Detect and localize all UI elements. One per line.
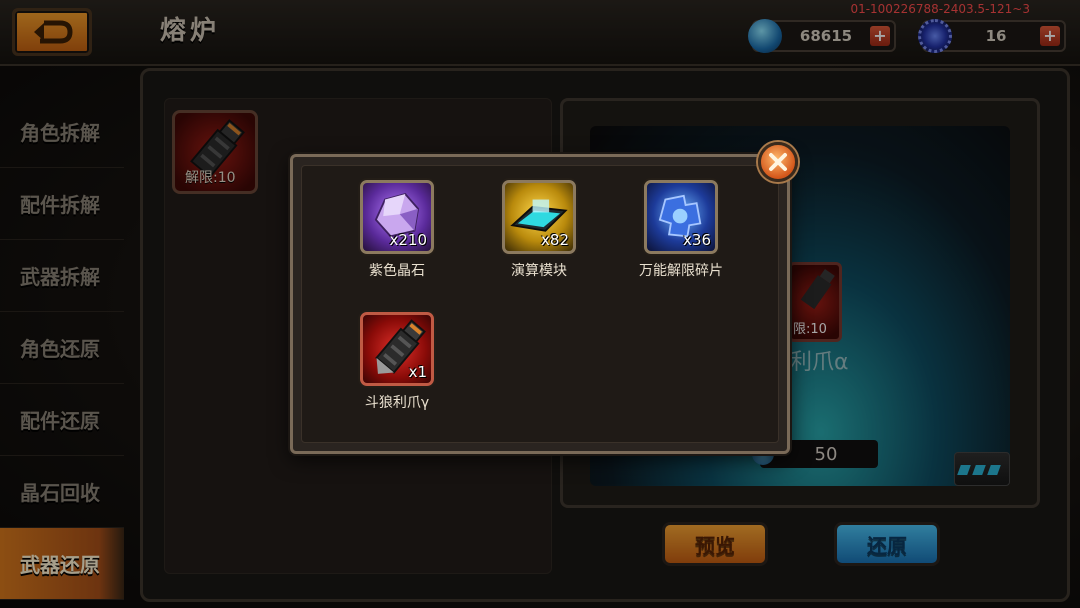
reward-name: 斗狼利爪γ bbox=[364, 395, 430, 411]
reward-item[interactable]: x36 万能解限碎片 bbox=[626, 180, 736, 280]
reward-frame: x1 bbox=[360, 312, 434, 386]
reward-count: x36 bbox=[683, 231, 711, 249]
reward-name: 演算模块 bbox=[511, 263, 567, 279]
reward-frame: x210 bbox=[360, 180, 434, 254]
reward-name: 紫色晶石 bbox=[369, 263, 425, 279]
reward-count: x82 bbox=[541, 231, 569, 249]
reward-item[interactable]: x82 演算模块 bbox=[484, 180, 594, 280]
reward-item[interactable]: x210 紫色晶石 bbox=[342, 180, 452, 280]
reward-item[interactable]: x1 斗狼利爪γ bbox=[342, 312, 452, 412]
reward-count: x210 bbox=[389, 231, 427, 249]
reward-count: x1 bbox=[408, 363, 427, 381]
close-icon bbox=[769, 153, 787, 171]
close-dialog-button[interactable] bbox=[758, 142, 798, 182]
reward-name: 万能解限碎片 bbox=[639, 263, 723, 279]
reward-frame: x82 bbox=[502, 180, 576, 254]
reward-frame: x36 bbox=[644, 180, 718, 254]
